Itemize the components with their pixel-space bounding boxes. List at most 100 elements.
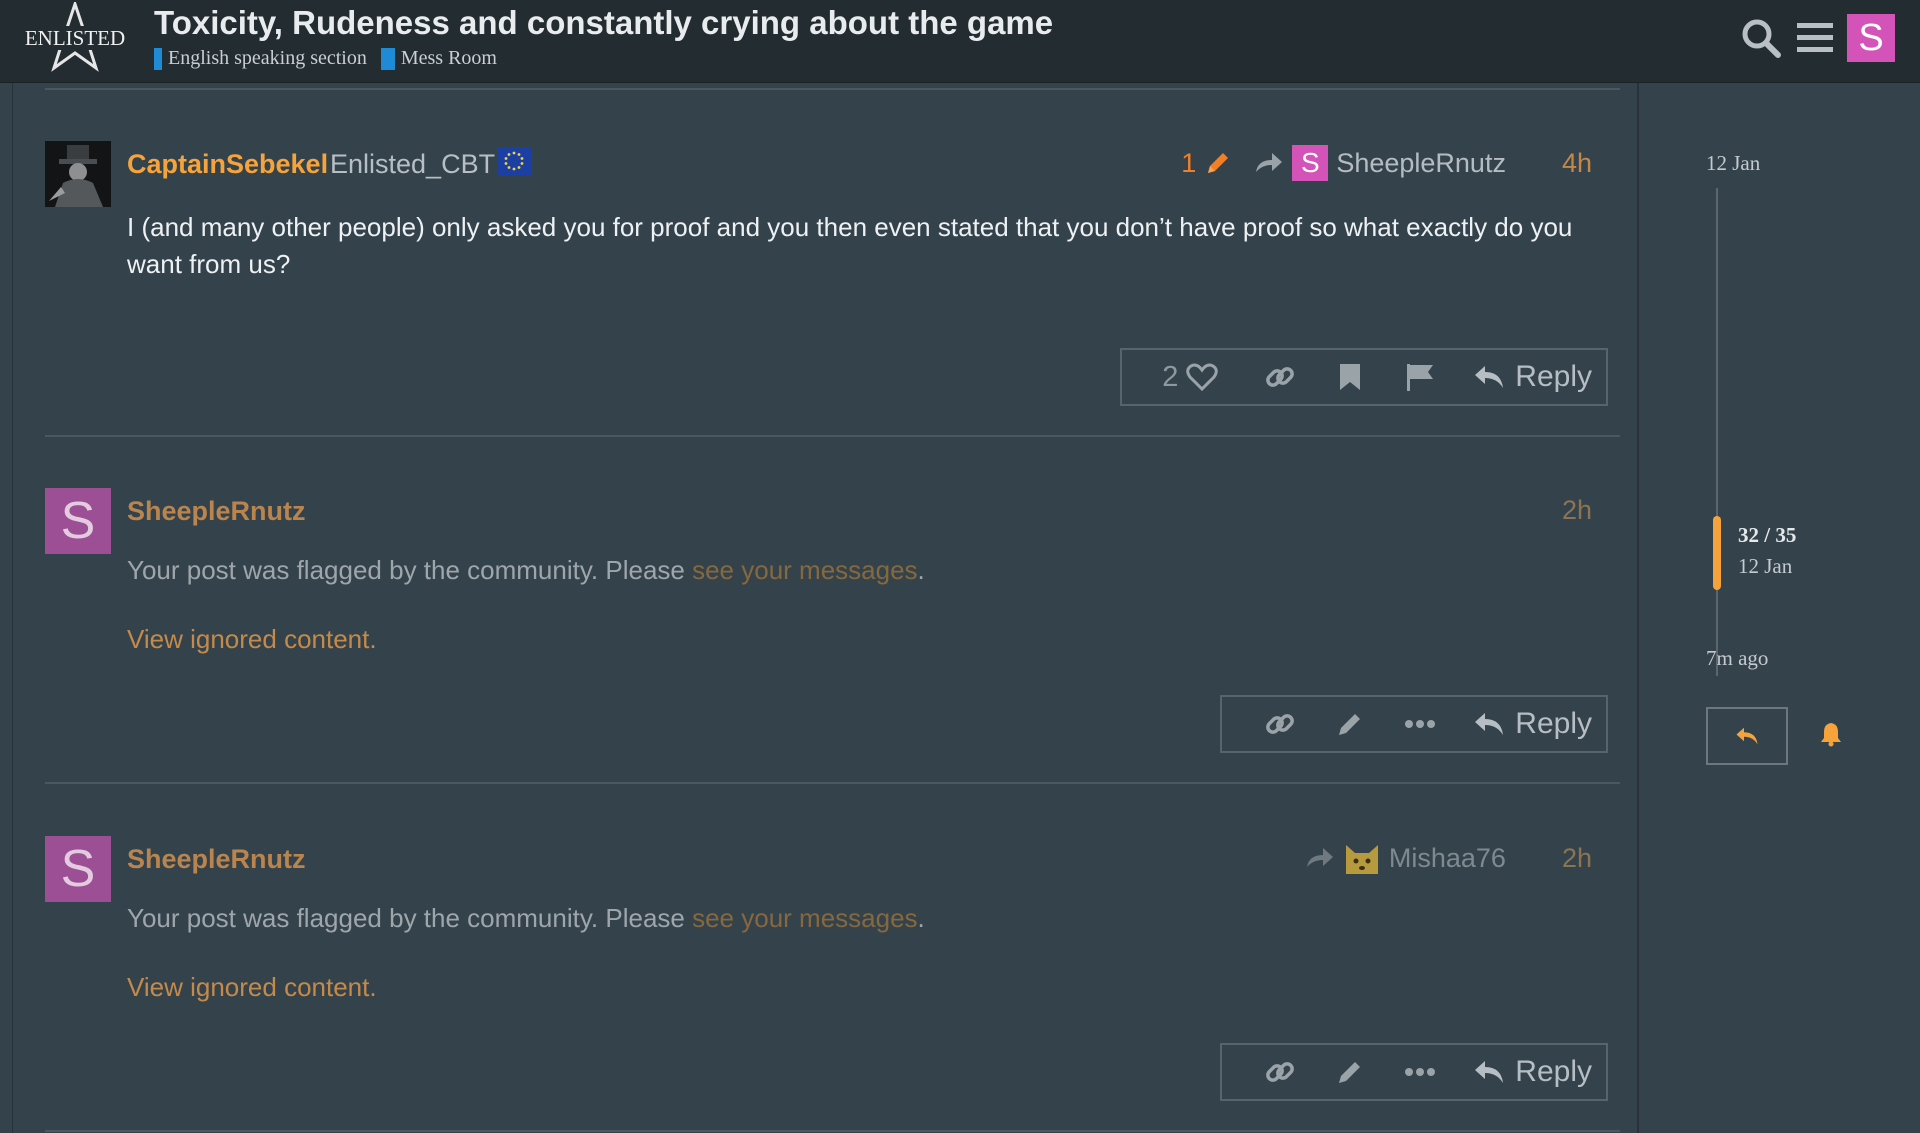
subcategory-link[interactable]: Mess Room xyxy=(380,47,497,70)
flagged-notice: Your post was flagged by the community. … xyxy=(127,903,925,934)
post-author[interactable]: SheepleRnutz xyxy=(127,496,306,527)
share-link-button[interactable] xyxy=(1245,350,1315,404)
header-icons: S xyxy=(1739,14,1895,62)
flagged-notice-end: . xyxy=(917,903,925,933)
hamburger-icon xyxy=(1797,23,1833,52)
divider xyxy=(45,88,1620,90)
category-color-badge xyxy=(154,47,162,70)
reply-to-arrow-icon xyxy=(1256,153,1283,172)
topic-timeline: 12 Jan 32 / 35 12 Jan 7m ago xyxy=(1640,83,1920,1133)
bookmark-icon xyxy=(1340,364,1361,390)
timeline-position-date: 12 Jan xyxy=(1738,554,1793,578)
reply-to-avatar[interactable]: S xyxy=(1292,145,1329,181)
see-messages-link[interactable]: see your messages xyxy=(692,903,917,933)
divider xyxy=(45,1130,1620,1132)
breadcrumb: English speaking section Mess Room xyxy=(154,47,497,70)
flagged-notice-end: . xyxy=(917,555,925,585)
post-date[interactable]: 2h xyxy=(1562,495,1592,526)
search-button[interactable] xyxy=(1739,14,1783,62)
reply-icon xyxy=(1475,366,1504,388)
post-body: I (and many other people) only asked you… xyxy=(127,212,1573,279)
divider xyxy=(45,435,1620,437)
more-actions-button[interactable] xyxy=(1385,1045,1455,1099)
ellipsis-icon xyxy=(1405,1068,1436,1076)
post-date[interactable]: 4h xyxy=(1562,148,1592,179)
site-header: ENLISTED Toxicity, Rudeness and constant… xyxy=(0,0,1920,83)
post-actions: Reply xyxy=(1220,695,1608,753)
divider xyxy=(45,782,1620,784)
user-title: Enlisted_CBT xyxy=(330,149,496,179)
current-user-avatar[interactable]: S xyxy=(1847,14,1895,62)
user-avatar[interactable]: S xyxy=(45,488,111,554)
post-meta: Mishaa76 2h xyxy=(1305,836,1592,880)
topic-title[interactable]: Toxicity, Rudeness and constantly crying… xyxy=(154,4,1053,42)
post-actions: 2 Reply xyxy=(1120,348,1608,406)
heart-icon xyxy=(1186,363,1219,391)
timeline-position: 32 / 35 xyxy=(1738,523,1797,547)
edit-button[interactable] xyxy=(1315,697,1385,751)
flag-button[interactable] xyxy=(1385,350,1455,404)
post-stream: CaptainSebekel Enlisted_CBT 1 S SheepleR… xyxy=(12,83,1639,1133)
subcategory-color-badge xyxy=(380,47,395,70)
like-count: 2 xyxy=(1162,360,1179,393)
reply-icon xyxy=(1475,1061,1504,1083)
reply-to-avatar[interactable] xyxy=(1343,840,1381,876)
cat-avatar-icon xyxy=(1345,845,1378,874)
timeline-reply-button[interactable] xyxy=(1706,707,1788,765)
flagged-notice-text: Your post was flagged by the community. … xyxy=(127,555,693,585)
reply-button[interactable]: Reply xyxy=(1455,350,1592,404)
edit-button[interactable] xyxy=(1315,1045,1385,1099)
user-avatar[interactable]: S xyxy=(45,836,111,902)
reply-button[interactable]: Reply xyxy=(1455,1045,1592,1099)
timeline-handle[interactable] xyxy=(1713,516,1721,590)
search-icon xyxy=(1742,19,1781,58)
category-link[interactable]: English speaking section xyxy=(154,47,367,70)
reply-icon xyxy=(1475,713,1504,735)
reply-to-arrow-icon xyxy=(1306,848,1333,867)
reply-label: Reply xyxy=(1515,360,1592,393)
see-messages-link[interactable]: see your messages xyxy=(692,555,917,585)
view-ignored-link[interactable]: View ignored content. xyxy=(127,972,377,1003)
pencil-icon xyxy=(1339,714,1361,735)
reply-label: Reply xyxy=(1515,1055,1592,1088)
edit-count[interactable]: 1 xyxy=(1181,148,1196,179)
post-actions: Reply xyxy=(1220,1043,1608,1101)
logo-text: ENLISTED xyxy=(25,26,125,50)
link-icon xyxy=(1266,367,1295,387)
category-label: English speaking section xyxy=(168,47,367,69)
flag-icon xyxy=(1407,364,1434,391)
ellipsis-icon xyxy=(1405,720,1436,728)
user-avatar[interactable] xyxy=(45,141,111,207)
reply-icon xyxy=(1736,727,1758,745)
post-date[interactable]: 2h xyxy=(1562,843,1592,874)
reply-button[interactable]: Reply xyxy=(1455,697,1592,751)
eu-flag-icon xyxy=(497,147,531,175)
subcategory-label: Mess Room xyxy=(400,47,497,69)
notification-bell-button[interactable] xyxy=(1816,719,1846,749)
flagged-notice-text: Your post was flagged by the community. … xyxy=(127,903,693,933)
bell-icon xyxy=(1821,723,1841,747)
pencil-icon[interactable] xyxy=(1204,149,1232,177)
post-author[interactable]: SheepleRnutz xyxy=(127,844,306,875)
enlisted-logo[interactable]: ENLISTED xyxy=(22,0,128,74)
post-meta: 1 S SheepleRnutz 4h xyxy=(1181,141,1592,185)
share-link-button[interactable] xyxy=(1245,697,1315,751)
link-icon xyxy=(1266,714,1295,734)
reply-to-user[interactable]: Mishaa76 xyxy=(1389,843,1506,874)
bookmark-button[interactable] xyxy=(1315,350,1385,404)
flagged-notice: Your post was flagged by the community. … xyxy=(127,555,925,586)
timeline-scrollarea[interactable] xyxy=(1716,188,1718,676)
timeline-start-date[interactable]: 12 Jan xyxy=(1706,151,1760,176)
link-icon xyxy=(1266,1062,1295,1082)
share-link-button[interactable] xyxy=(1245,1045,1315,1099)
post-meta: 2h xyxy=(1514,488,1592,532)
reply-label: Reply xyxy=(1515,707,1592,740)
reply-to-user[interactable]: SheepleRnutz xyxy=(1336,148,1506,179)
post-author[interactable]: CaptainSebekel xyxy=(127,149,328,180)
menu-button[interactable] xyxy=(1793,14,1837,62)
more-actions-button[interactable] xyxy=(1385,697,1455,751)
pencil-icon xyxy=(1339,1062,1361,1083)
view-ignored-link[interactable]: View ignored content. xyxy=(127,624,377,655)
timeline-end-label[interactable]: 7m ago xyxy=(1706,646,1768,671)
like-button[interactable]: 2 xyxy=(1135,350,1245,404)
